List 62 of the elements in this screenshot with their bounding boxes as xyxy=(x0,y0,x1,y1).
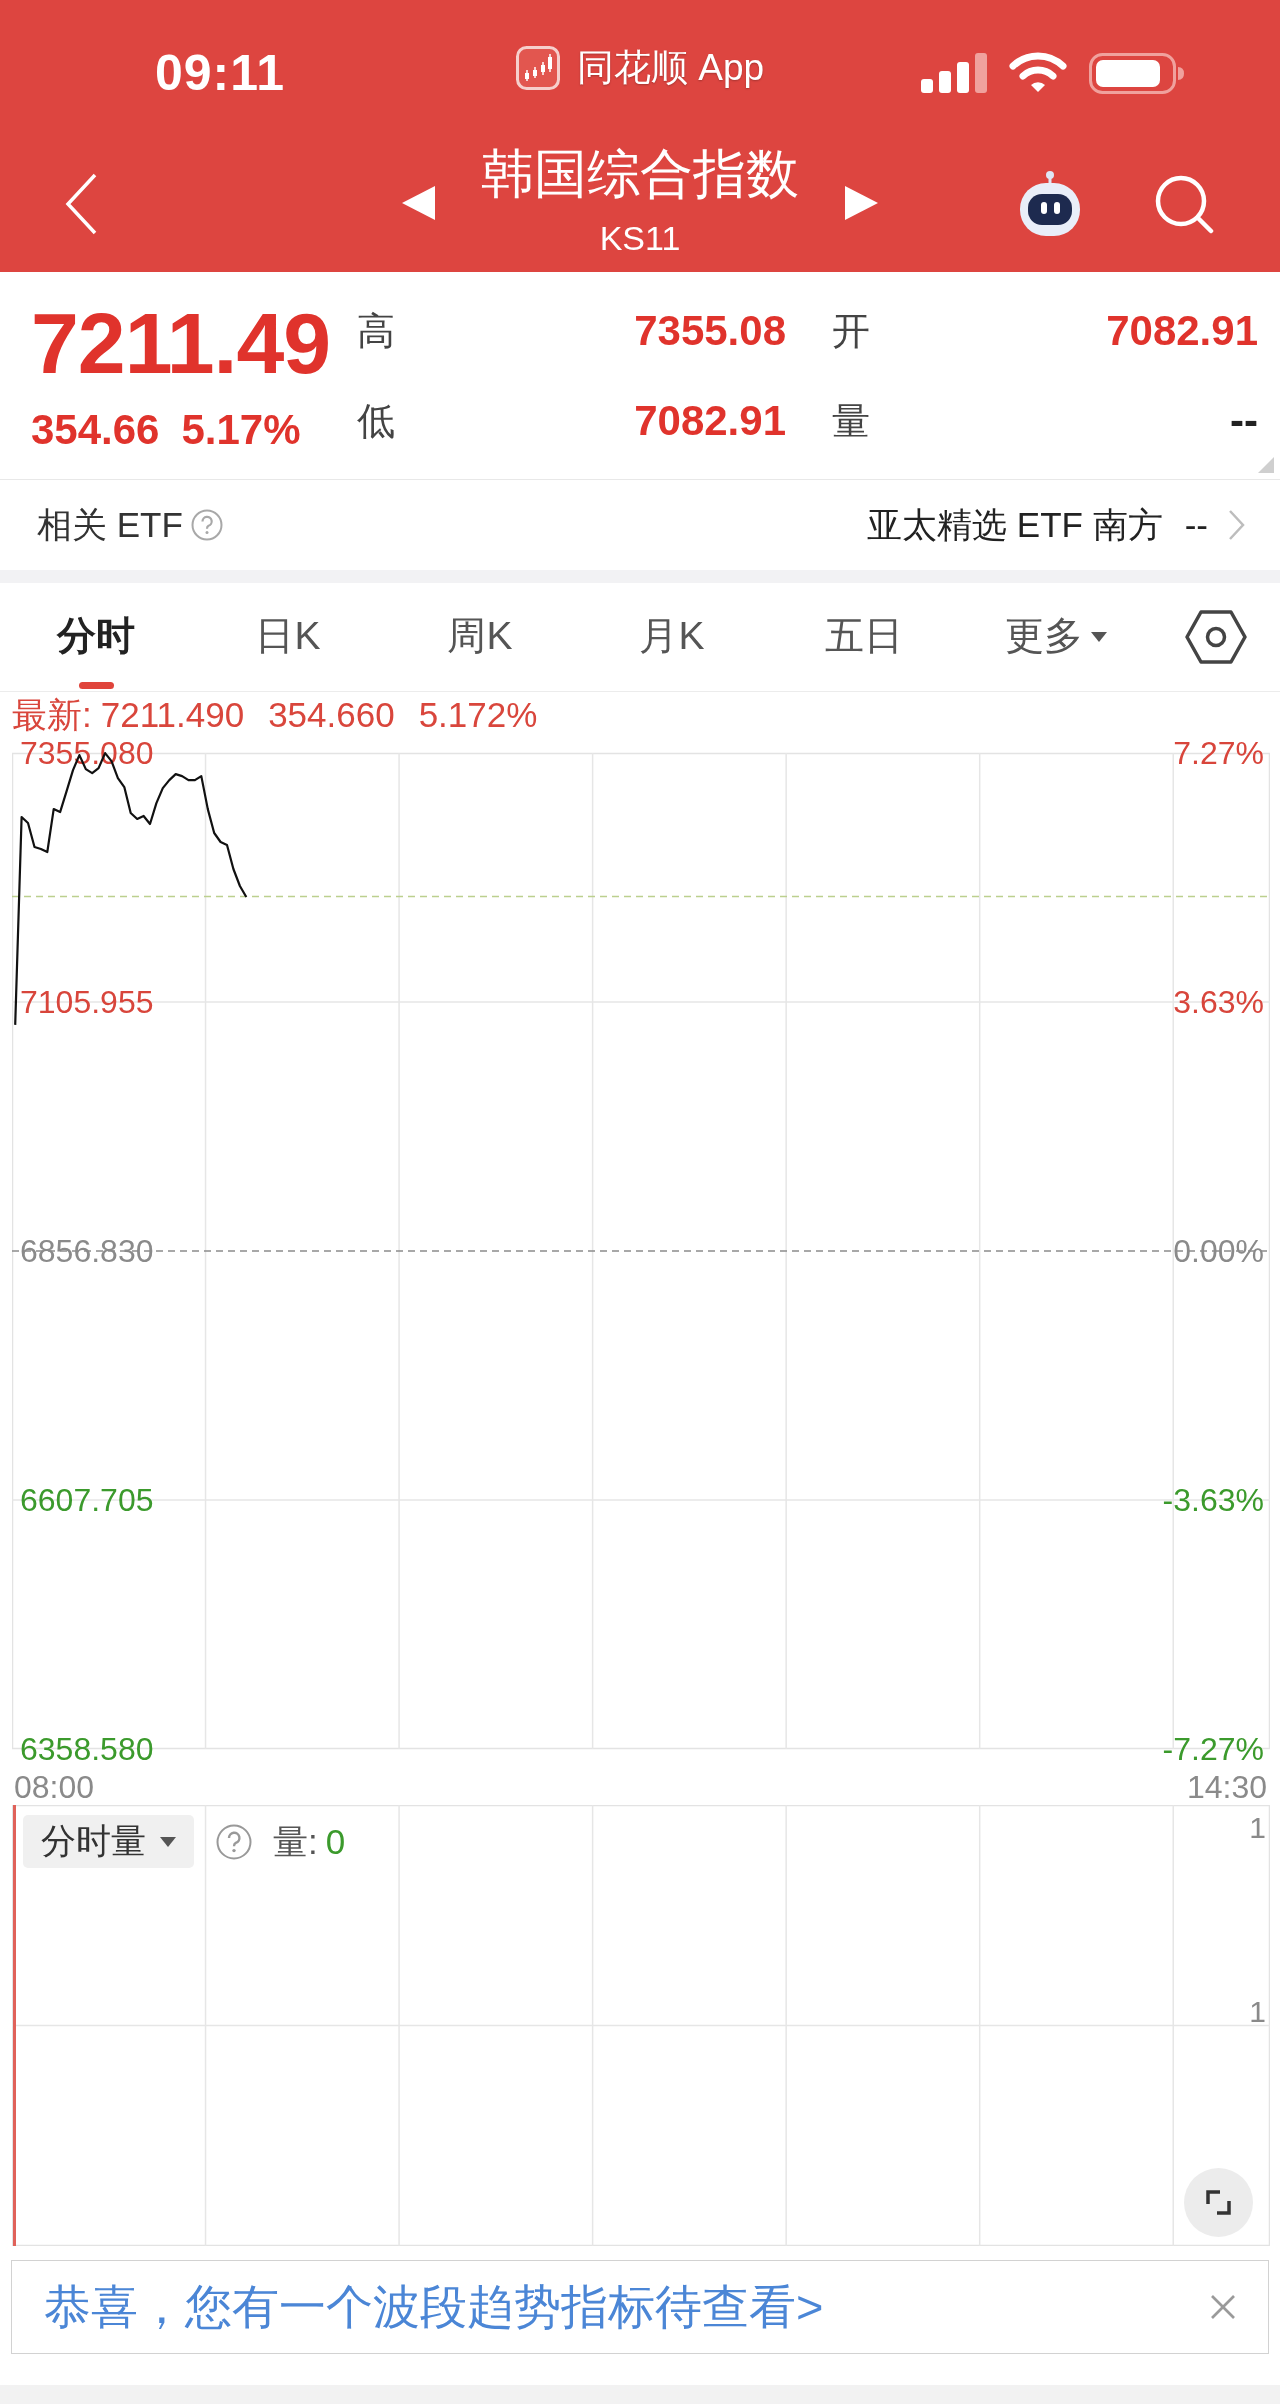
time-label: 14:30 xyxy=(1186,1769,1267,1805)
tab[interactable]: 五日 xyxy=(768,583,960,691)
volume-selector[interactable]: 分时量 xyxy=(23,1815,194,1868)
index-code: KS11 xyxy=(599,218,681,258)
y-axis-label: 7105.955 xyxy=(20,984,154,1020)
y-axis-label: 6607.705 xyxy=(20,1482,154,1518)
volume-axis-label: 1 xyxy=(1249,1994,1266,2028)
stat-value: 7355.08 xyxy=(634,306,786,356)
wifi-icon xyxy=(1009,52,1067,94)
triangle-right-icon[interactable] xyxy=(845,186,878,220)
close-icon[interactable] xyxy=(1210,2294,1236,2320)
latest-label: 最新: xyxy=(12,693,92,736)
stat-label: 开 xyxy=(832,309,870,354)
stat-value: 7082.91 xyxy=(1106,306,1258,356)
notice-link[interactable]: 恭喜，您有一个波段趋势指标待查看> xyxy=(44,2279,1210,2335)
tab[interactable]: 周K xyxy=(384,583,576,691)
price-change: 354.66 xyxy=(31,405,160,455)
time-label: 08:00 xyxy=(14,1769,95,1805)
last-price: 7211.49 xyxy=(31,298,332,388)
y-axis-label: 6856.830 xyxy=(20,1233,154,1269)
stat-label: 低 xyxy=(357,399,395,444)
percent-axis-label: 0.00% xyxy=(1173,1233,1264,1269)
triangle-left-icon[interactable] xyxy=(402,186,435,220)
tab[interactable]: 日K xyxy=(192,583,384,691)
volume-label: 量: xyxy=(273,1821,318,1863)
help-icon[interactable] xyxy=(190,509,223,541)
stat-label: 量 xyxy=(832,399,870,444)
etf-fund-value: -- xyxy=(1184,504,1208,546)
candlestick-app-icon xyxy=(515,46,560,90)
tab[interactable]: 分时 xyxy=(0,583,192,691)
status-time: 09:11 xyxy=(155,45,286,101)
percent-axis-label: 3.63% xyxy=(1173,984,1264,1020)
caret-down-icon xyxy=(160,1836,176,1847)
app-name: 同花顺 App xyxy=(576,46,765,90)
latest-price: 7211.490 xyxy=(100,693,245,736)
etf-fund-name[interactable]: 亚太精选 ETF 南方 xyxy=(867,503,1163,547)
y-axis-label: 6358.580 xyxy=(20,1731,154,1767)
caret-down-icon xyxy=(1091,632,1107,642)
latest-change-percent: 5.172% xyxy=(418,693,538,736)
search-icon[interactable] xyxy=(1154,174,1214,234)
change-percent: 5.17% xyxy=(181,405,301,455)
volume-axis-label: 1 xyxy=(1249,1811,1266,1844)
volume-value: 0 xyxy=(325,1821,346,1863)
help-icon[interactable] xyxy=(216,1824,252,1860)
percent-axis-label: -7.27% xyxy=(1162,1731,1264,1767)
etf-label: 相关 ETF xyxy=(37,504,183,546)
stat-value: 7082.91 xyxy=(634,396,786,446)
latest-change: 354.660 xyxy=(268,693,395,736)
expand-icon[interactable] xyxy=(1184,2168,1253,2237)
settings-icon[interactable] xyxy=(1185,609,1247,665)
percent-axis-label: 7.27% xyxy=(1173,737,1264,771)
battery-icon xyxy=(1089,52,1184,94)
index-title: 韩国综合指数 xyxy=(481,146,799,202)
stat-value: -- xyxy=(1230,396,1258,446)
robot-icon[interactable] xyxy=(1018,170,1082,238)
tab[interactable]: 月K xyxy=(576,583,768,691)
stat-label: 高 xyxy=(357,309,395,354)
tab[interactable]: 更多 xyxy=(960,583,1152,691)
back-icon[interactable] xyxy=(64,173,98,235)
signal-bars-icon xyxy=(921,53,987,93)
y-axis-label: 7355.080 xyxy=(20,737,154,771)
percent-axis-label: -3.63% xyxy=(1162,1482,1264,1518)
